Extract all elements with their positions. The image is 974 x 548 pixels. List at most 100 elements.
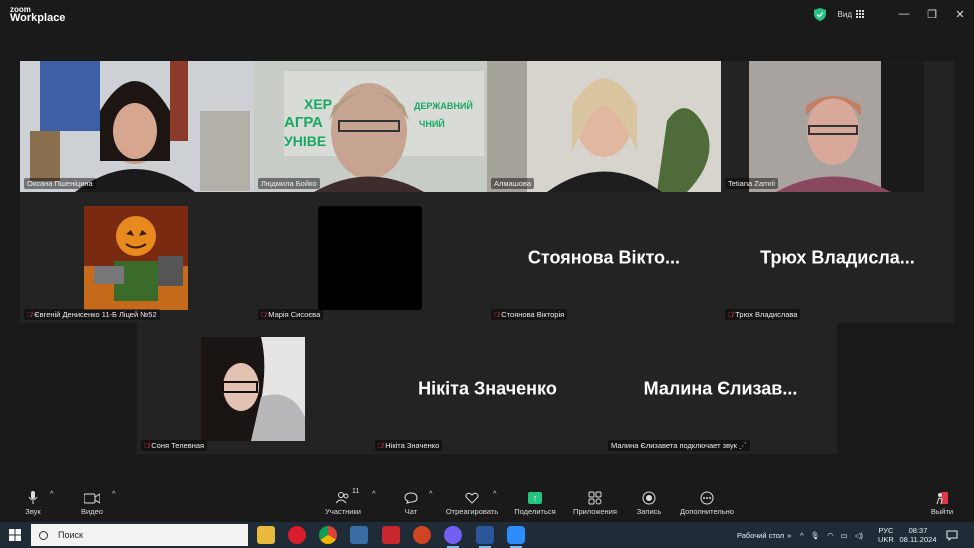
audio-button[interactable]: Звук xyxy=(22,489,44,516)
minimize-button[interactable]: — xyxy=(890,8,918,20)
participant-video: ХЕР АГРА УНІВЕ ДЕРЖАВНИЙ ЧНИЙ xyxy=(254,61,487,192)
meeting-toolbar: Звук ^ Видео ^ 11 Участники ^ Чат ^ Отре… xyxy=(0,485,974,522)
language-indicator[interactable]: РУС UKR xyxy=(878,522,894,548)
file-explorer-icon[interactable] xyxy=(257,526,275,544)
participant-tile[interactable]: Стоянова Вікто... 🎙̸ Стоянова Вікторія xyxy=(487,192,721,323)
powerpoint-icon[interactable] xyxy=(413,526,431,544)
chat-options-caret[interactable]: ^ xyxy=(429,489,433,498)
system-tray: ^ 🎙 ◠ ▭ ◁) xyxy=(800,522,863,548)
record-icon xyxy=(642,491,656,505)
participant-tile[interactable]: 🎙̸ Марія Сисоєва xyxy=(254,192,487,323)
participant-tile[interactable]: 🎙̸ Соня Телевная xyxy=(137,323,371,454)
encryption-shield-icon[interactable] xyxy=(813,7,826,21)
svg-text:ХЕР: ХЕР xyxy=(304,96,332,112)
opera-icon[interactable] xyxy=(288,526,306,544)
chat-icon xyxy=(404,492,418,504)
participant-tile[interactable]: ХЕР АГРА УНІВЕ ДЕРЖАВНИЙ ЧНИЙ Людмила Бо… xyxy=(254,61,487,192)
share-arrow-icon: ↑ xyxy=(528,492,542,504)
viber-icon[interactable] xyxy=(444,526,462,548)
more-label: Дополнительно xyxy=(680,507,734,516)
participant-video xyxy=(487,61,721,192)
participant-tile-active-speaker[interactable]: Алмашова xyxy=(487,61,721,192)
participant-tile[interactable]: Оксана Пшеніцина xyxy=(20,61,254,192)
participant-display-name: Нікіта Значенко xyxy=(418,378,557,398)
language-primary: РУС xyxy=(878,526,894,535)
title-bar: zoom Workplace Вид — ❐ ✕ xyxy=(0,0,974,30)
store-icon[interactable] xyxy=(350,526,368,544)
acrobat-icon[interactable] xyxy=(382,526,400,544)
svg-text:ЧНИЙ: ЧНИЙ xyxy=(419,118,445,129)
wifi-icon[interactable]: ◠ xyxy=(827,531,834,540)
search-icon xyxy=(39,530,48,540)
close-button[interactable]: ✕ xyxy=(946,8,974,21)
word-icon[interactable] xyxy=(476,526,494,548)
muted-mic-icon: 🎙̸ xyxy=(494,312,500,319)
more-button[interactable]: Дополнительно xyxy=(676,489,738,516)
record-label: Запись xyxy=(636,507,662,516)
participants-options-caret[interactable]: ^ xyxy=(372,489,376,498)
participant-tile[interactable]: Малина Єлизав... Малина Єлизавета подклю… xyxy=(604,323,837,454)
leave-button[interactable]: Выйти xyxy=(928,489,956,516)
participant-tile[interactable]: Трюх Владисла... 🎙̸ Трюх Владислава xyxy=(721,192,954,323)
black-avatar xyxy=(318,206,422,310)
windows-taskbar: Поиск Рабочий стол » ^ 🎙 ◠ ▭ ◁) РУС UKR … xyxy=(0,522,974,548)
video-gallery: Оксана Пшеніцина ХЕР АГРА УНІВЕ ДЕРЖАВНИ… xyxy=(0,30,974,485)
notifications-button[interactable] xyxy=(946,522,958,548)
participants-label: Участники xyxy=(325,507,361,516)
participant-video xyxy=(20,61,254,192)
microphone-tray-icon[interactable]: 🎙 xyxy=(811,531,821,540)
participant-name: 🎙̸ Нікіта Значенко xyxy=(375,440,443,451)
connecting-audio-icon: ⋰ xyxy=(739,441,747,450)
participant-name: 🎙̸ Євгеній Денисенко 11-Б Ліцей №52 xyxy=(24,309,160,320)
tray-overflow-icon[interactable]: ^ xyxy=(800,531,804,540)
muted-mic-icon: 🎙̸ xyxy=(728,312,734,319)
participant-tile[interactable]: Нікіта Значенко 🎙̸ Нікіта Значенко xyxy=(371,323,604,454)
audio-label: Звук xyxy=(25,507,41,516)
muted-mic-icon: 🎙̸ xyxy=(144,443,150,450)
participants-count: 11 xyxy=(352,488,360,495)
apps-icon xyxy=(588,491,602,505)
video-button[interactable]: Видео xyxy=(78,489,106,516)
view-label: Вид xyxy=(837,9,852,19)
desktop-label: Рабочий стол xyxy=(737,530,785,540)
volume-icon[interactable]: ◁) xyxy=(855,531,863,540)
microphone-icon xyxy=(28,491,38,504)
svg-text:ДЕРЖАВНИЙ: ДЕРЖАВНИЙ xyxy=(414,100,473,111)
restore-button[interactable]: ❐ xyxy=(918,8,946,21)
chrome-icon[interactable] xyxy=(319,526,337,544)
search-placeholder: Поиск xyxy=(58,530,83,540)
heart-icon xyxy=(465,492,479,504)
svg-text:УНІВЕ: УНІВЕ xyxy=(284,133,326,149)
participants-button[interactable]: 11 Участники xyxy=(322,488,364,516)
clock-time: 08:37 xyxy=(908,526,928,535)
participant-video xyxy=(721,61,954,192)
video-options-caret[interactable]: ^ xyxy=(112,489,116,498)
participant-name: 🎙̸ Стоянова Вікторія xyxy=(491,309,568,320)
battery-icon[interactable]: ▭ xyxy=(841,531,848,540)
record-button[interactable]: Запись xyxy=(634,489,664,516)
muted-mic-icon: 🎙̸ xyxy=(378,443,384,450)
zoom-logo: zoom Workplace xyxy=(10,5,65,24)
chat-button[interactable]: Чат xyxy=(400,489,422,516)
participant-tile[interactable]: Tetiana Zamrii xyxy=(721,61,954,192)
participant-display-name: Малина Єлизав... xyxy=(643,378,798,398)
participant-name: Малина Єлизавета подключает звук ⋰ xyxy=(608,440,750,451)
audio-options-caret[interactable]: ^ xyxy=(50,489,54,498)
muted-mic-icon: 🎙̸ xyxy=(261,312,267,319)
view-button[interactable]: Вид xyxy=(838,10,864,19)
apps-button[interactable]: Приложения xyxy=(570,489,620,516)
zoom-app-icon[interactable] xyxy=(507,526,525,548)
start-button[interactable] xyxy=(0,522,30,548)
clock[interactable]: 08:37 08.11.2024 xyxy=(900,522,937,548)
participant-tile[interactable]: 🎙̸ Євгеній Денисенко 11-Б Ліцей №52 xyxy=(20,192,254,323)
share-button[interactable]: ↑ Поделиться xyxy=(512,489,558,516)
participant-name: Людмила Бойко xyxy=(258,178,320,189)
participant-name: Алмашова xyxy=(491,178,534,189)
more-icon xyxy=(700,491,714,505)
taskbar-search-box[interactable]: Поиск xyxy=(31,524,248,546)
participant-display-name: Трюх Владисла... xyxy=(760,247,915,267)
react-options-caret[interactable]: ^ xyxy=(493,489,497,498)
participant-name: Оксана Пшеніцина xyxy=(24,178,96,189)
react-button[interactable]: Отреагировать xyxy=(444,489,500,516)
desktop-toolbar[interactable]: Рабочий стол » xyxy=(737,522,791,548)
